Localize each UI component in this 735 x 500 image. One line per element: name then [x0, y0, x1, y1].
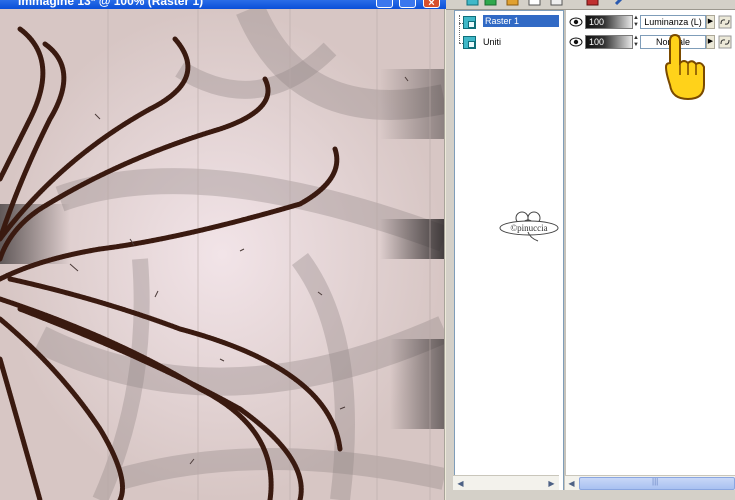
mask-layer-icon[interactable] [506, 0, 519, 6]
layer-row-uniti[interactable]: Uniti [457, 34, 561, 52]
layer-name: Raster 1 [483, 15, 560, 27]
opacity-value: 100 [589, 37, 605, 47]
minimize-button[interactable] [376, 0, 393, 8]
opacity-slider[interactable]: 100 [585, 15, 633, 29]
opacity-spinner[interactable]: ▲ ▼ [633, 15, 639, 29]
opacity-spinner[interactable]: ▲ ▼ [633, 35, 639, 49]
pointing-hand-icon [664, 33, 705, 101]
close-button[interactable]: × [423, 0, 440, 9]
layer-name: Uniti [483, 37, 502, 47]
chevron-right-icon[interactable]: ▶ [706, 15, 715, 29]
layer-row-raster-1[interactable]: Raster 1 [457, 14, 561, 32]
layer-props-raster-1: 100 ▲ ▼ Luminanza (L) ▶ [566, 13, 735, 31]
canvas-artwork [0, 9, 444, 500]
eye-icon[interactable] [569, 17, 583, 27]
scroll-left-icon[interactable]: ◀ [565, 477, 578, 490]
maximize-button[interactable] [399, 0, 416, 8]
link-icon[interactable] [718, 35, 732, 49]
edit-selection-icon[interactable] [614, 0, 627, 6]
opacity-slider[interactable]: 100 [585, 35, 633, 49]
new-layer-icon[interactable] [466, 0, 479, 6]
delete-layer-icon[interactable] [586, 0, 599, 6]
eye-icon[interactable] [569, 37, 583, 47]
scroll-right-icon[interactable]: ▶ [545, 477, 558, 490]
blend-mode-select[interactable]: Luminanza (L) [640, 15, 706, 29]
image-title-bar[interactable]: Immagine 13* @ 100% (Raster 1) × [0, 0, 446, 9]
image-window: Immagine 13* @ 100% (Raster 1) × [0, 0, 446, 500]
group-layer-icon[interactable] [550, 0, 563, 6]
layer-names-pane: Raster 1 Uniti [454, 10, 564, 499]
raster-layer-icon [463, 36, 476, 49]
image-canvas[interactable] [0, 9, 444, 500]
palette-footer [446, 490, 735, 500]
adjustment-layer-icon[interactable] [528, 0, 541, 6]
layers-toolbar [446, 0, 735, 10]
duplicate-layer-icon[interactable] [484, 0, 497, 6]
close-icon: × [428, 0, 435, 9]
image-title: Immagine 13* @ 100% (Raster 1) [18, 0, 204, 8]
layer-names-scrollbar[interactable]: ◀ ▶ [453, 475, 559, 491]
opacity-value: 100 [589, 17, 605, 27]
scroll-left-icon[interactable]: ◀ [454, 477, 467, 490]
clover-logo-icon: ©pinuccia [499, 211, 559, 242]
scroll-thumb[interactable] [579, 477, 735, 490]
layer-properties-scrollbar[interactable]: ◀ [565, 475, 735, 491]
link-icon[interactable] [718, 15, 732, 29]
watermark-text: ©pinuccia [510, 223, 547, 233]
raster-layer-icon [463, 16, 476, 29]
